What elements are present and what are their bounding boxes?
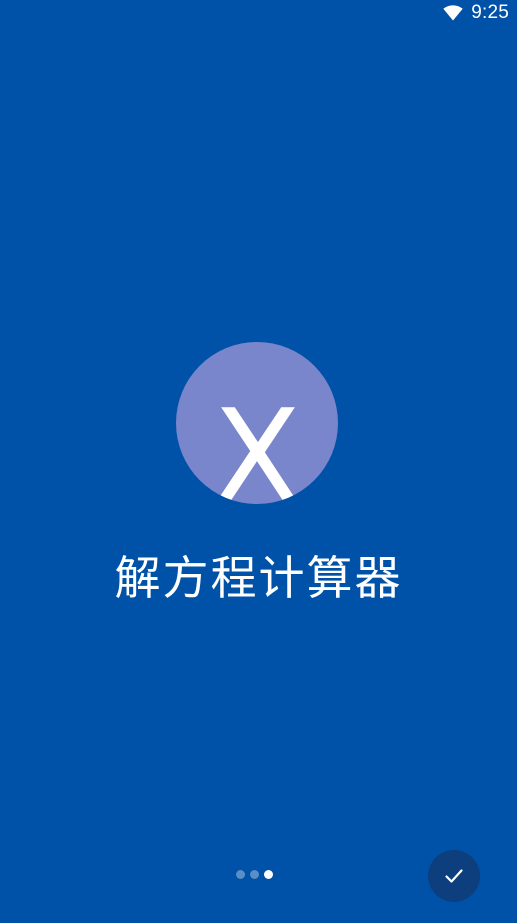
status-bar: 9:25 xyxy=(0,0,517,26)
app-title: 解方程计算器 xyxy=(114,551,403,605)
check-icon xyxy=(442,864,466,888)
onboarding-screen: 9:25 X 解方程计算器 xyxy=(0,0,517,923)
app-logo: X xyxy=(176,342,338,504)
done-button[interactable] xyxy=(428,850,480,902)
app-logo-letter: X xyxy=(213,383,301,505)
page-dot-1 xyxy=(236,870,245,879)
page-dot-3 xyxy=(264,870,273,879)
status-time: 9:25 xyxy=(471,2,509,23)
page-dot-2 xyxy=(250,870,259,879)
wifi-icon xyxy=(443,5,463,21)
page-indicator xyxy=(236,870,273,879)
